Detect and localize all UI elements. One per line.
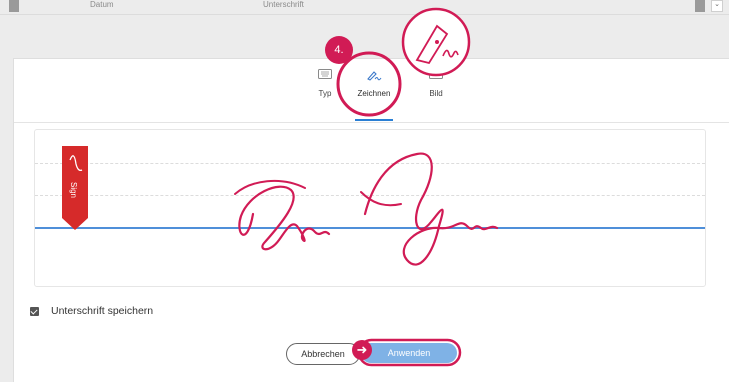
background-block	[695, 0, 705, 12]
apply-button[interactable]: Anwenden	[361, 343, 457, 363]
active-tab-indicator	[355, 119, 393, 121]
handwritten-signature	[234, 152, 499, 266]
background-block	[9, 0, 19, 12]
pen-draw-icon	[367, 71, 382, 81]
tab-draw-label: Zeichnen	[357, 89, 391, 98]
tab-draw[interactable]: Zeichnen	[344, 63, 404, 115]
save-signature-label: Unterschrift speichern	[51, 305, 154, 317]
tab-image[interactable]: Bild	[406, 63, 466, 115]
tab-image-label: Bild	[429, 89, 443, 98]
background-signature-label: Unterschrift	[263, 0, 304, 9]
signature-dialog: Typ Zeichnen Bild Sign Unterschrift spei…	[13, 58, 729, 382]
background-form-strip: Datum Unterschrift ⌄	[0, 0, 729, 15]
background-date-label: Datum	[90, 0, 114, 9]
image-icon	[429, 69, 443, 79]
save-signature-checkbox[interactable]	[30, 306, 39, 316]
signature-canvas[interactable]: Sign	[34, 129, 706, 287]
save-signature-row: Unterschrift speichern	[30, 304, 153, 318]
cancel-button[interactable]: Abbrechen	[286, 343, 360, 365]
keyboard-icon	[318, 69, 332, 79]
signature-mode-tabs: Typ Zeichnen Bild	[14, 59, 729, 123]
chevron-down-icon[interactable]: ⌄	[711, 0, 723, 12]
